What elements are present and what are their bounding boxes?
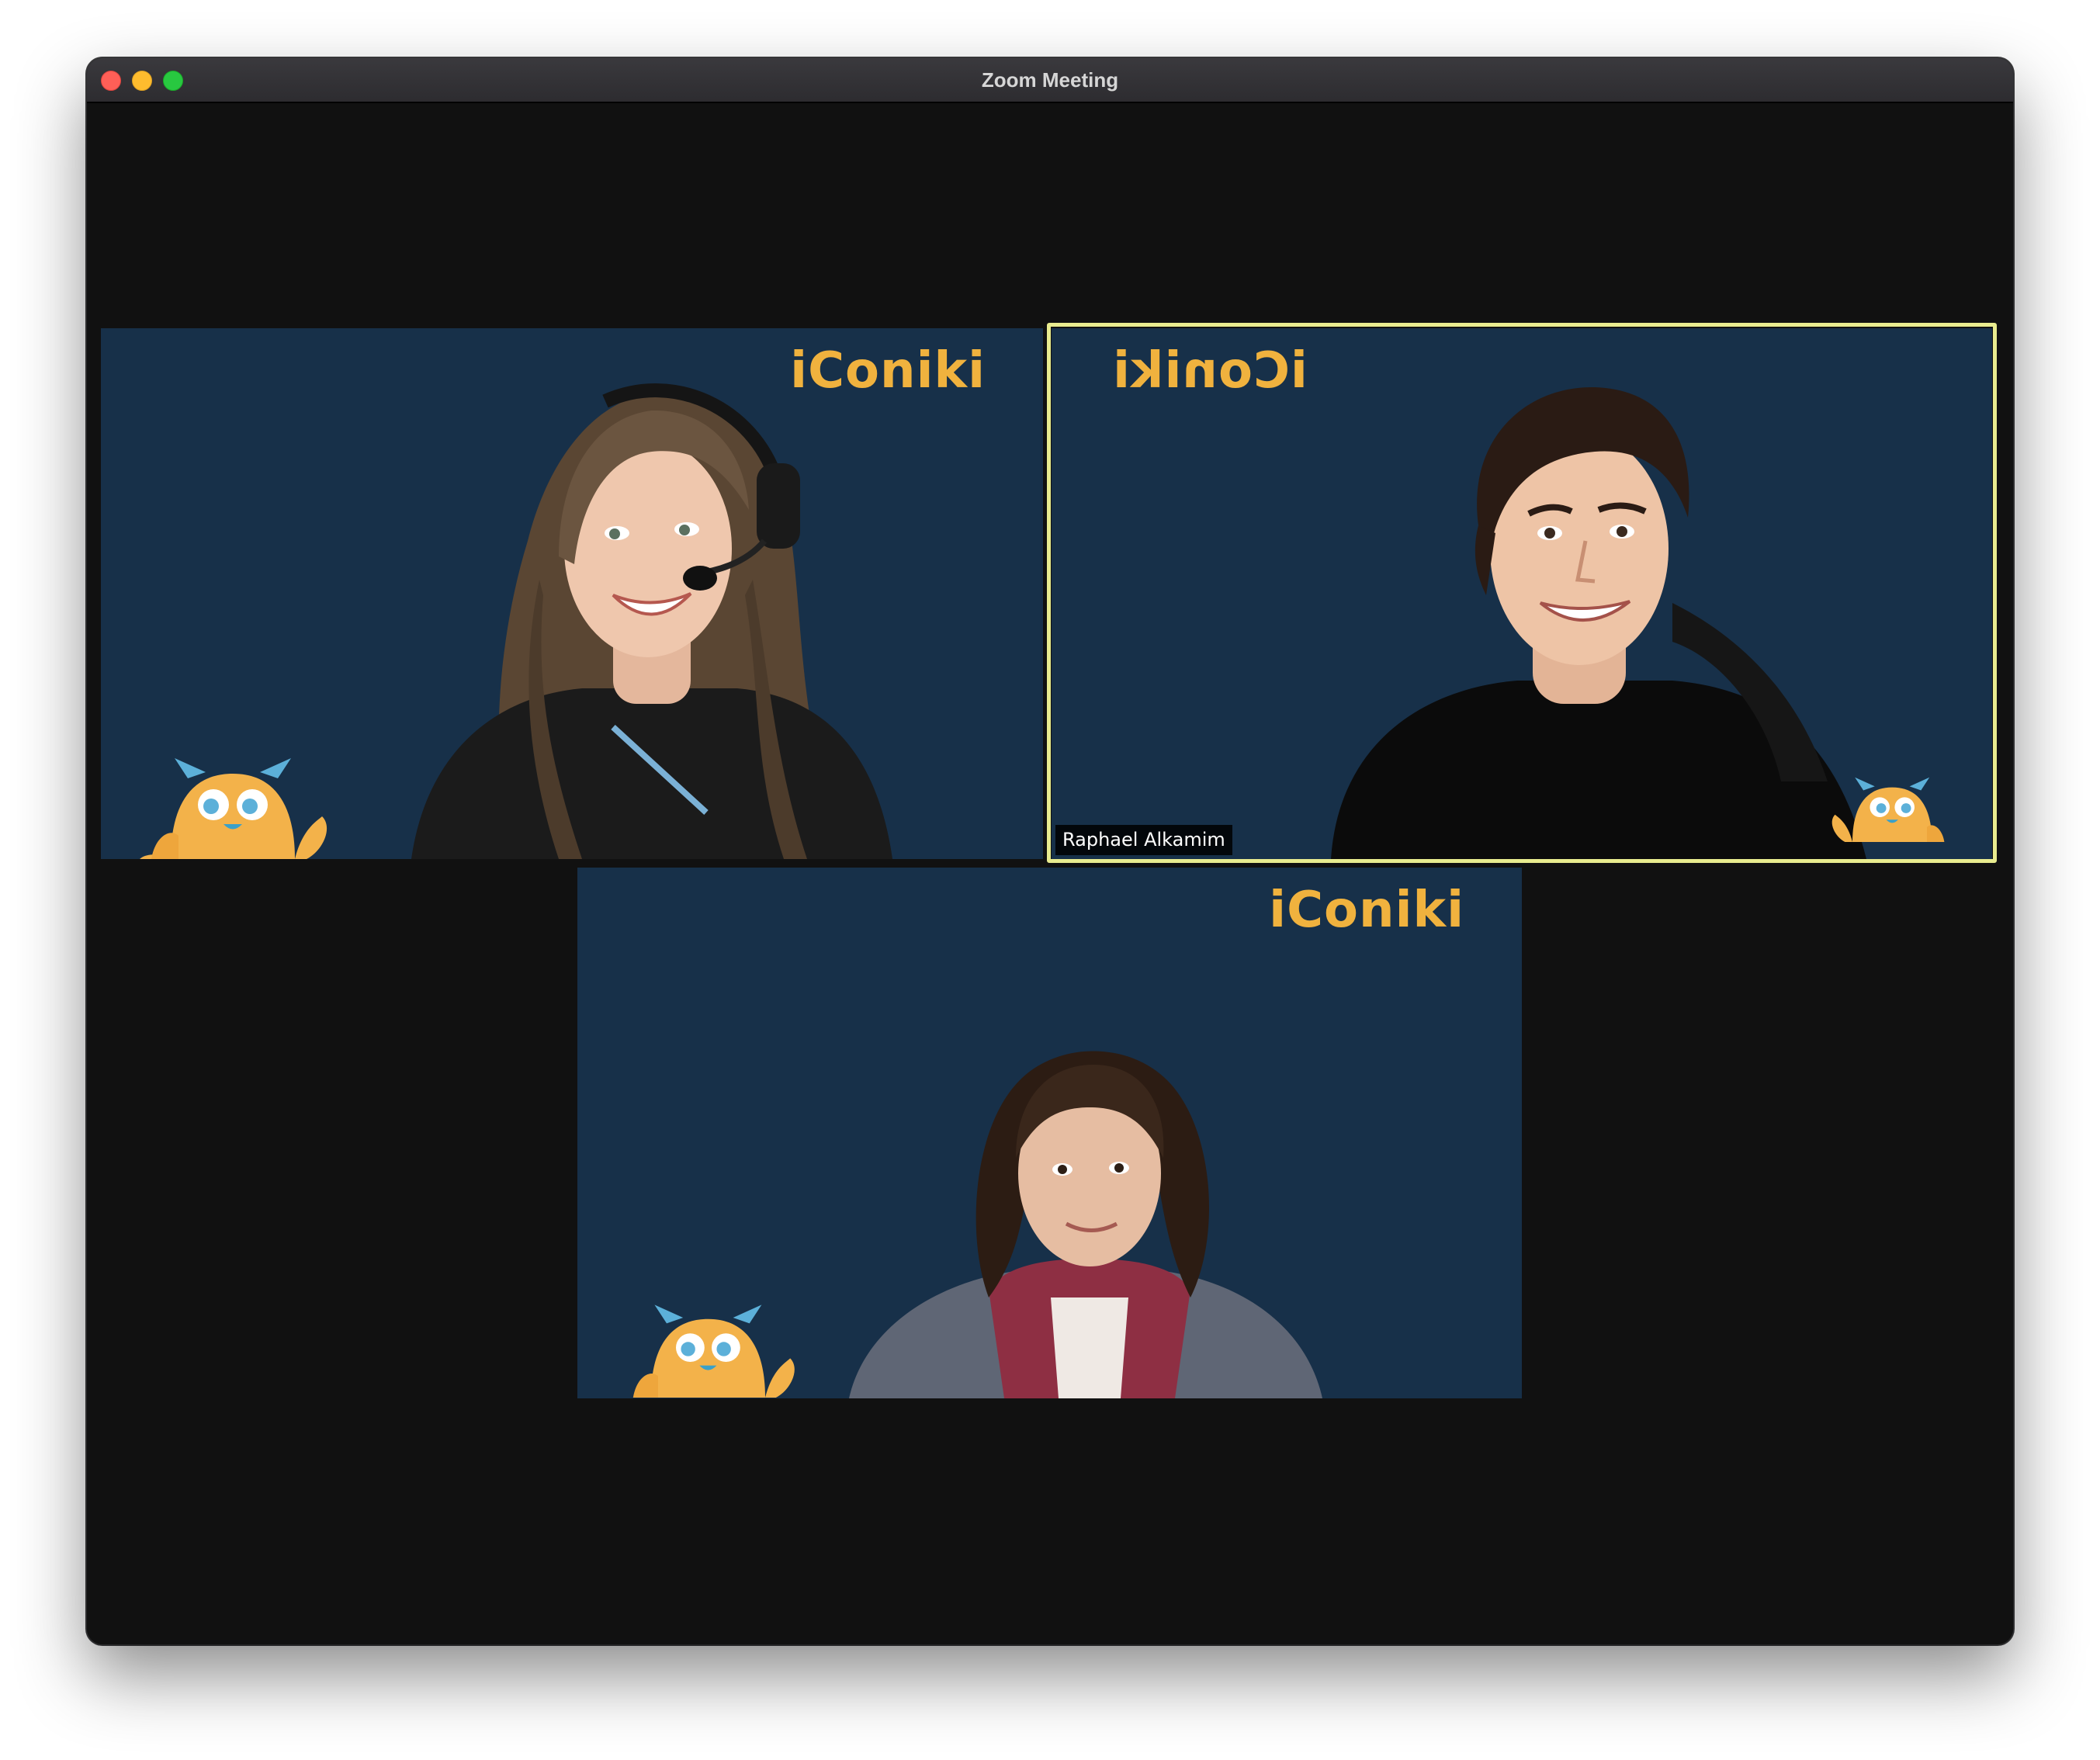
iconiki-mascot-icon [1831, 777, 1945, 842]
participant-video-woman-with-headset [411, 383, 892, 859]
brand-logo: iConiki [1269, 882, 1464, 939]
video-gallery: iConiki iConiki Raphael Alkamim iConiki [87, 103, 2013, 1644]
desktop-backdrop: Zoom Meeting iConiki iConiki Raphael Alk… [0, 0, 2100, 1760]
iconiki-mascot-icon [632, 1304, 795, 1398]
window-titlebar[interactable]: Zoom Meeting [87, 58, 2013, 103]
participant-video-tile[interactable]: iConiki [101, 328, 1043, 859]
participant-video-tile[interactable]: iConiki [577, 868, 1522, 1398]
window-title: Zoom Meeting [981, 68, 1119, 92]
participant-video-smiling-man [1331, 386, 1866, 859]
brand-logo-mirrored: iConiki [1112, 342, 1308, 400]
participant-video-young-man-long-hair [849, 1051, 1322, 1398]
participant-video-tile-active-speaker[interactable]: iConiki Raphael Alkamim [1052, 328, 1992, 859]
iconiki-mascot-icon [140, 758, 327, 859]
zoom-meeting-window: Zoom Meeting iConiki iConiki Raphael Alk… [87, 58, 2013, 1644]
participant-name-label: Raphael Alkamim [1055, 825, 1232, 855]
